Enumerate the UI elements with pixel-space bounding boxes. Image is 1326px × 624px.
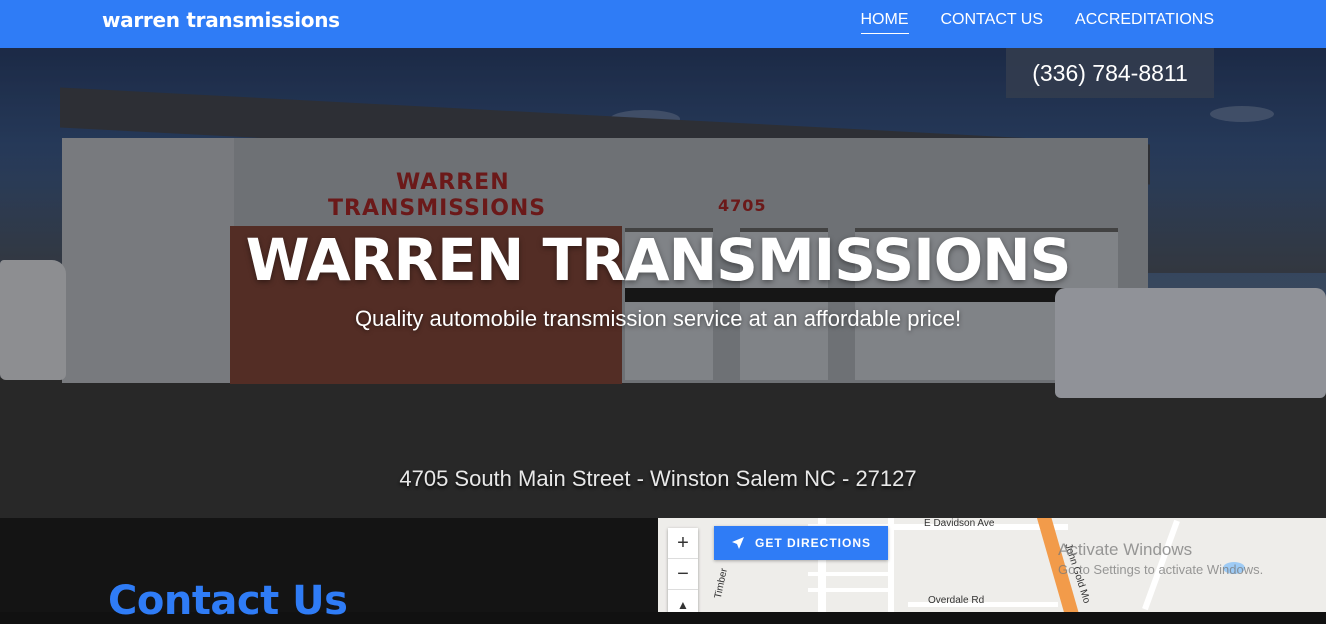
map-road-label: Overdale Rd (928, 595, 985, 606)
map-road-label: E Davidson Ave (924, 518, 995, 529)
top-navbar: warren transmissions HOME CONTACT US ACC… (0, 0, 1326, 48)
map-zoom-controls: + − ▲ (668, 528, 698, 612)
navigation-arrow-icon (731, 537, 744, 549)
map-road-label: Timber (712, 567, 730, 600)
nav-contact-us[interactable]: CONTACT US (941, 0, 1044, 33)
zoom-out-button[interactable]: − (668, 559, 698, 590)
hero-section: WARREN TRANSMISSIONS 4705 WARREN TRANSMI… (0, 48, 1326, 518)
compass-button[interactable]: ▲ (668, 590, 698, 612)
windows-activation-watermark: Activate Windows Go to Settings to activ… (1058, 540, 1263, 577)
watermark-line1: Activate Windows (1058, 540, 1193, 559)
nav-accreditations[interactable]: ACCREDITATIONS (1075, 0, 1214, 33)
get-directions-label: GET DIRECTIONS (754, 536, 871, 550)
hero-subtitle: Quality automobile transmission service … (354, 306, 962, 331)
phone-number-badge[interactable]: (336) 784-8811 (1006, 48, 1214, 98)
map-embed[interactable]: E Davidson Ave Timber Overdale Rd John G… (658, 518, 1326, 612)
watermark-line2: Go to Settings to activate Windows. (1058, 562, 1264, 577)
get-directions-button[interactable]: GET DIRECTIONS (714, 526, 888, 560)
hero-title: WARREN TRANSMISSIONS (245, 226, 1072, 294)
main-nav: HOME CONTACT US ACCREDITATIONS (829, 0, 1214, 48)
map-road (808, 572, 888, 576)
contact-section: Contact Us (0, 518, 658, 624)
hero-address: 4705 South Main Street - Winston Salem N… (399, 466, 917, 491)
map-road (888, 518, 894, 612)
map-road (808, 588, 888, 592)
contact-title: Contact Us (108, 578, 348, 624)
site-brand[interactable]: warren transmissions (102, 8, 340, 32)
zoom-in-button[interactable]: + (668, 528, 698, 559)
nav-home[interactable]: HOME (860, 0, 909, 34)
